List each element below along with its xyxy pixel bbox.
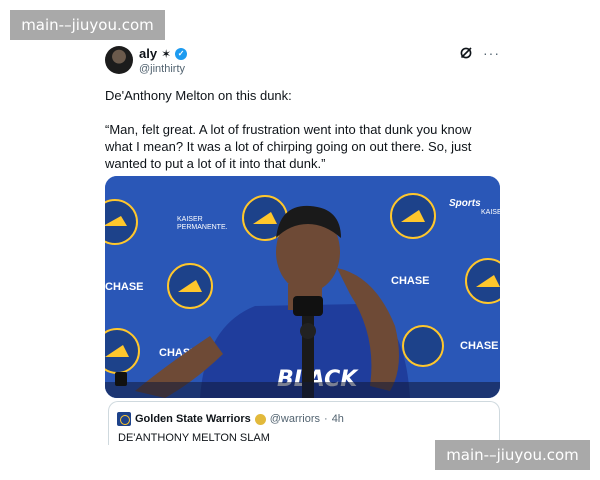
quoted-tweet-text: DE'ANTHONY MELTON SLAM	[118, 432, 270, 444]
chase-sponsor-text: CHASE	[391, 275, 430, 287]
quoted-tweet-header: Golden State Warriors @warriors · 4h	[117, 412, 344, 426]
verified-badge-icon: ✓	[175, 47, 188, 60]
quoted-tweet[interactable]: Golden State Warriors @warriors · 4h DE'…	[108, 401, 500, 445]
warriors-logo-7	[402, 325, 444, 367]
tweet-text-line: “Man, felt great. A lot of frustration w…	[105, 122, 472, 171]
chase-sponsor-text: CHASE	[105, 281, 144, 293]
quoted-author-name[interactable]: Golden State Warriors	[135, 413, 251, 425]
author-handle[interactable]: @jinthirty	[139, 63, 185, 75]
tweet-media-photo[interactable]: KAISER PERMANENTE. KAISER CHASE CHASE CH…	[105, 176, 500, 398]
author-display-name[interactable]: aly	[139, 46, 157, 61]
press-conference-photo: KAISER PERMANENTE. KAISER CHASE CHASE CH…	[105, 176, 500, 398]
chase-sponsor-text: CHASE	[460, 340, 499, 352]
watermark-text: main-–jiuyou.com	[21, 16, 154, 34]
more-options-icon[interactable]: ···	[483, 46, 500, 60]
watermark-bottom: main-–jiuyou.com	[435, 440, 590, 470]
affiliate-badge-icon	[254, 413, 266, 425]
quoted-author-handle[interactable]: @warriors	[270, 413, 320, 425]
kaiser-text-right: KAISER	[481, 209, 500, 216]
tweet-text-line: De'Anthony Melton on this dunk:	[105, 88, 292, 103]
watermark-top: main-–jiuyou.com	[10, 10, 165, 40]
quoted-timestamp[interactable]: 4h	[332, 413, 344, 425]
kaiser-text: KAISER	[177, 216, 203, 223]
warriors-logo-4	[167, 263, 213, 309]
tweet-card[interactable]: aly ✶ ✓ @jinthirty ··· De'Anthony Melton…	[105, 44, 500, 445]
warriors-logo-icon[interactable]	[117, 412, 131, 426]
author-avatar[interactable]	[105, 46, 133, 74]
name-star-symbol: ✶	[161, 46, 172, 61]
kaiser-permanente-text: PERMANENTE.	[177, 224, 228, 231]
tweet-top-actions: ···	[459, 46, 500, 60]
sports-network-logo-text: Sports	[449, 198, 481, 209]
grok-icon[interactable]	[459, 46, 473, 60]
warriors-logo-5	[465, 258, 500, 304]
warriors-logo-6	[105, 328, 140, 374]
tweet-text: De'Anthony Melton on this dunk: “Man, fe…	[105, 87, 500, 189]
watermark-text: main-–jiuyou.com	[446, 446, 579, 464]
quoted-separator: ·	[324, 413, 328, 425]
author-name-row[interactable]: aly ✶ ✓	[139, 46, 188, 61]
warriors-logo-3	[390, 193, 436, 239]
